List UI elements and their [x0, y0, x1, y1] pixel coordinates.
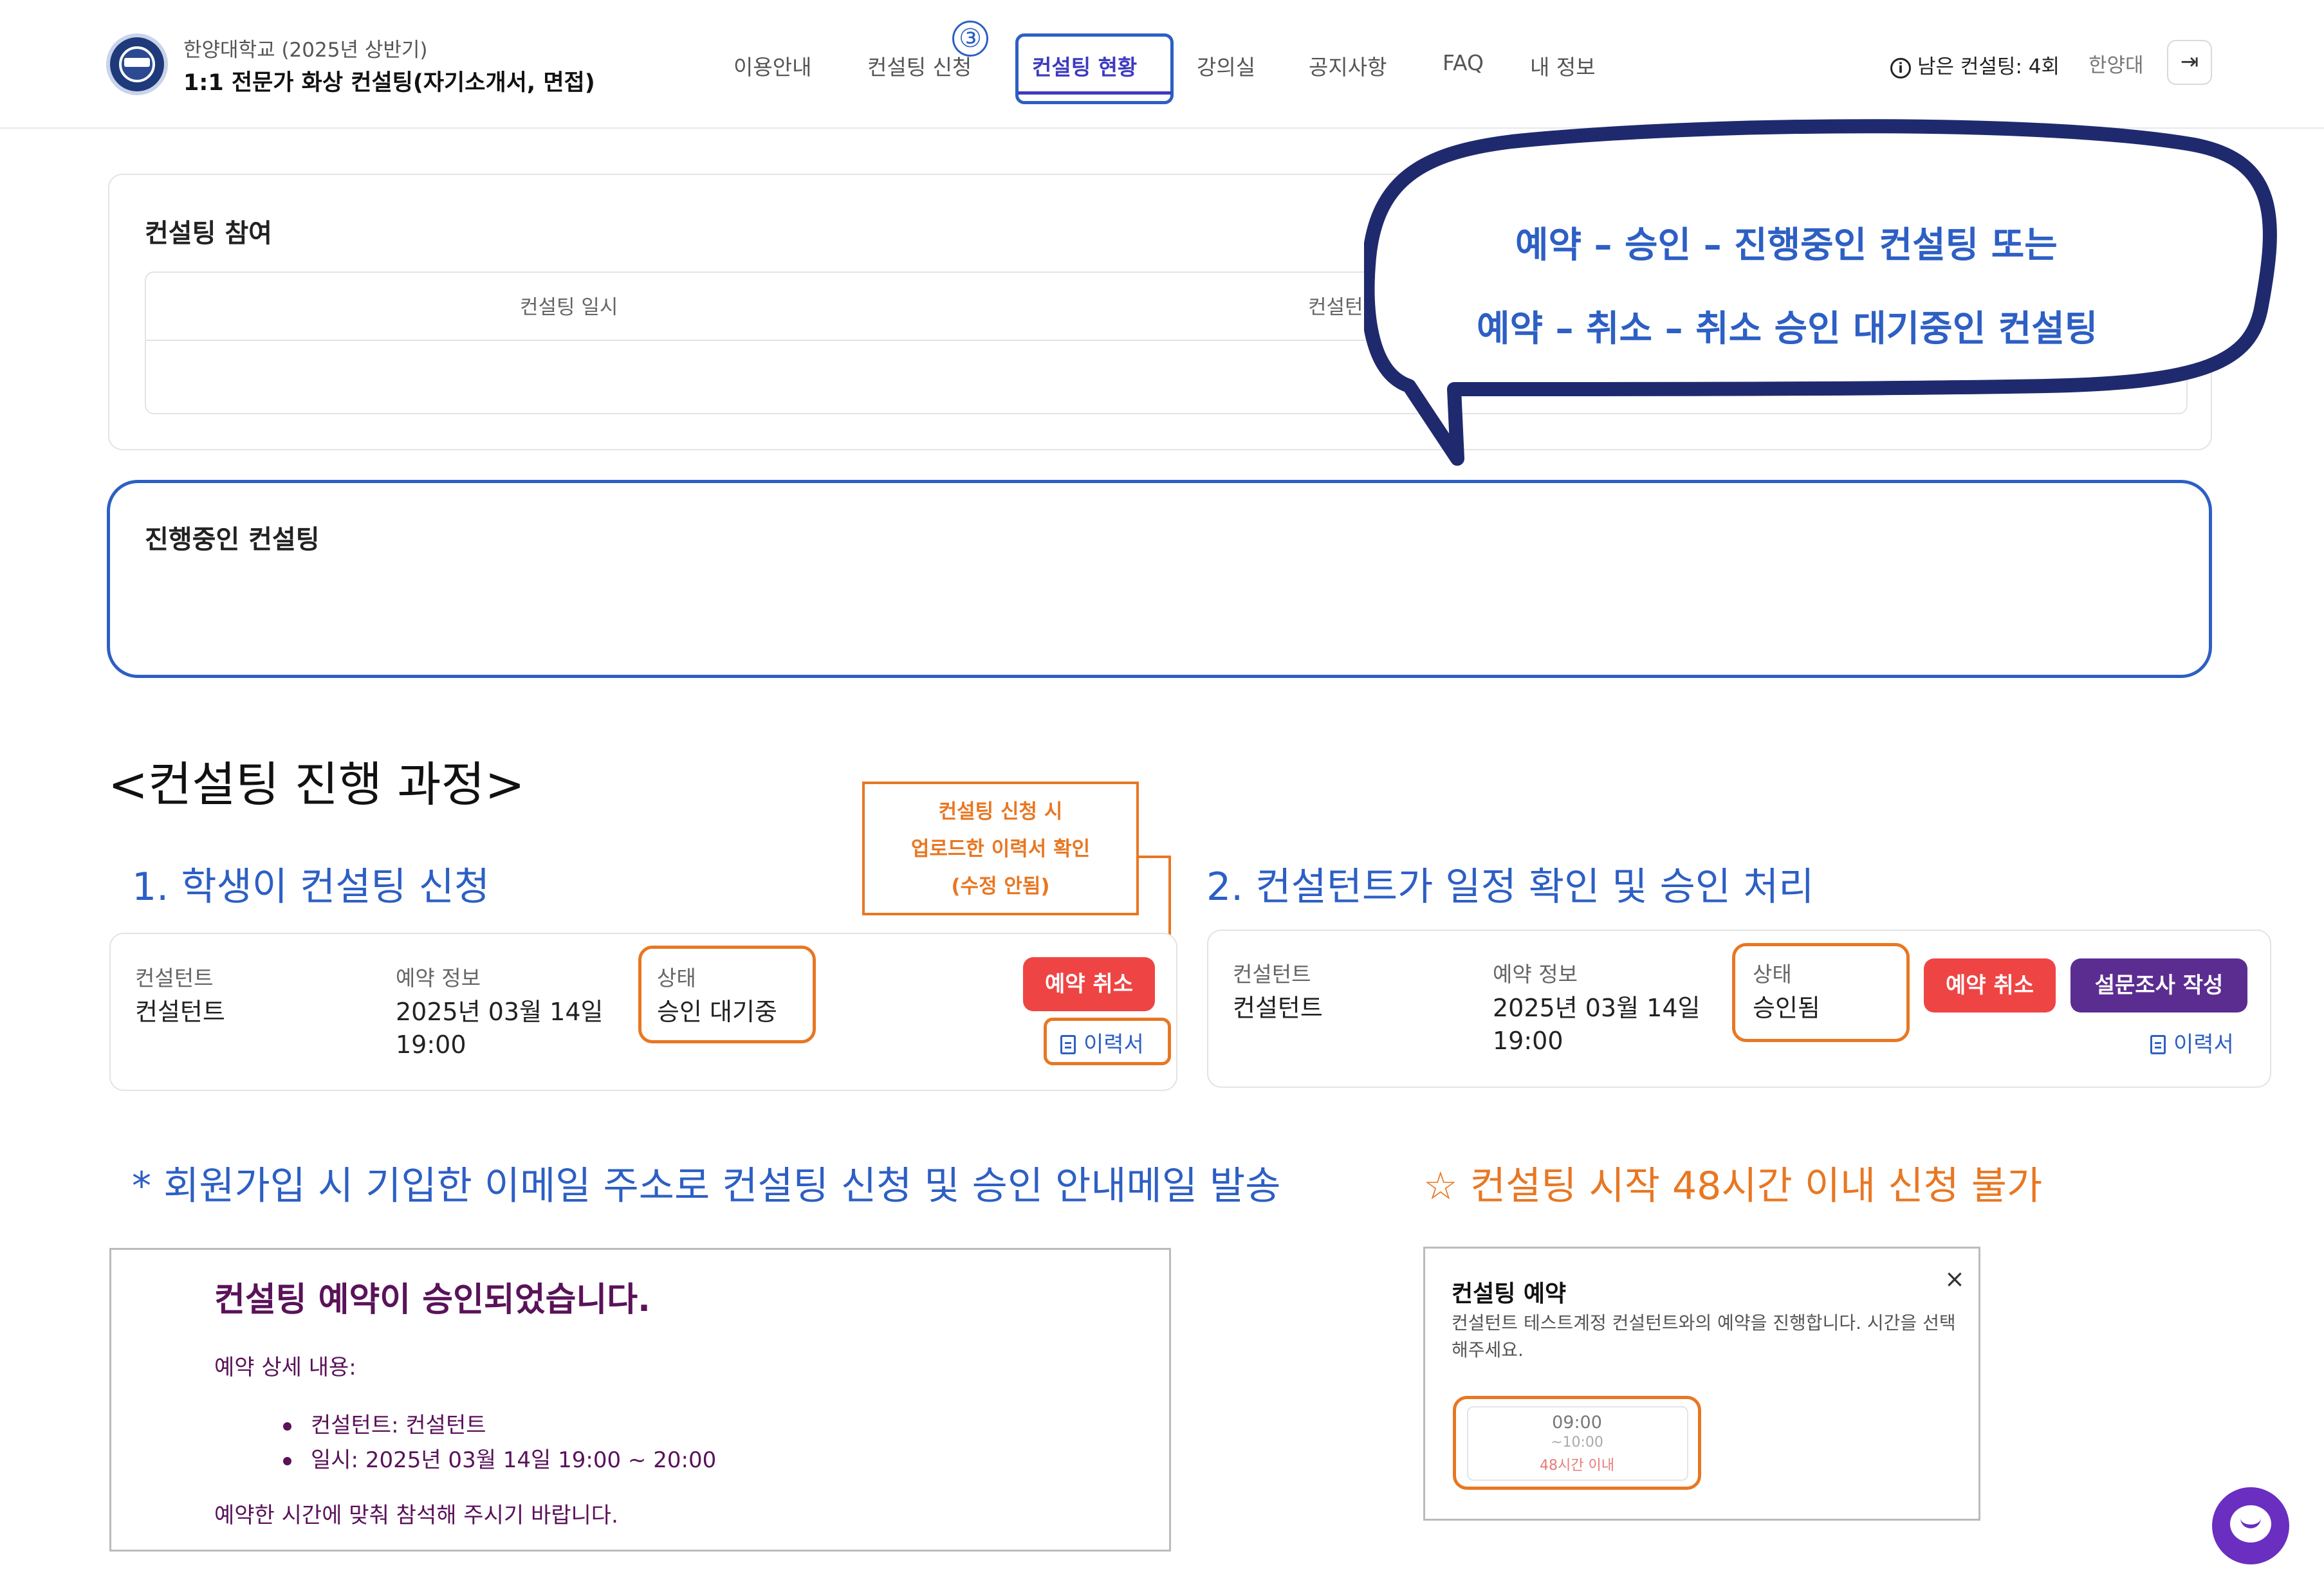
email-footer: 예약한 시간에 맞춰 참석해 주시기 바랍니다. [214, 1503, 618, 1528]
restriction-note: ☆ 컨설팅 시작 48시간 이내 신청 불가 [1423, 1164, 2043, 1209]
modal-title: 컨설팅 예약 [1452, 1281, 1567, 1307]
speech-bubble [1364, 119, 2277, 466]
write-survey-button[interactable]: 설문조사 작성 [2070, 958, 2247, 1012]
nav-apply[interactable]: 컨설팅 신청 [867, 50, 972, 81]
status-label: 상태 [1753, 962, 1792, 987]
column-header-datetime: 컨설팅 일시 [520, 296, 618, 319]
nav-classroom[interactable]: 강의실 [1197, 50, 1255, 81]
status-value: 승인 대기중 [657, 998, 777, 1026]
reservation-info-label: 예약 정보 [1493, 962, 1578, 987]
consultant-value: 컨설턴트 [1233, 994, 1323, 1022]
university-label: 한양대학교 (2025년 상반기) [183, 39, 428, 62]
resume-link[interactable]: 이력서 [2150, 1027, 2234, 1058]
time-slot-warning: 48시간 이내 [1540, 1458, 1614, 1474]
cancel-reservation-button[interactable]: 예약 취소 [1924, 958, 2056, 1012]
email-list-item: 컨설턴트: 컨설턴트 [283, 1407, 486, 1439]
ongoing-panel-highlight [107, 480, 2212, 678]
participation-title: 컨설팅 참여 [145, 219, 272, 248]
time-slot-start: 09:00 [1552, 1413, 1602, 1433]
university-logo[interactable] [106, 33, 168, 95]
status-label: 상태 [657, 966, 696, 991]
nav-active-underline [1018, 91, 1171, 95]
nav-guide[interactable]: 이용안내 [733, 50, 811, 81]
step-number-badge: ③ [952, 21, 988, 57]
reservation-date: 2025년 03월 14일 [396, 998, 604, 1026]
step2-label: 2. 컨설턴트가 일정 확인 및 승인 처리 [1206, 865, 1814, 910]
time-slot-end: ~10:00 [1551, 1434, 1603, 1451]
email-title: 컨설팅 예약이 승인되었습니다. [214, 1281, 650, 1319]
reservation-date: 2025년 03월 14일 [1493, 994, 1701, 1022]
consultant-label: 컨설턴트 [1233, 962, 1311, 987]
step1-label: 1. 학생이 컨설팅 신청 [132, 865, 490, 910]
callout-line1: 컨설팅 신청 시 [938, 800, 1063, 823]
nav-my-info[interactable]: 내 정보 [1530, 50, 1596, 81]
column-header-consultant: 컨설턴 [1308, 296, 1363, 319]
process-title: <컨설팅 진행 과정> [108, 757, 525, 812]
bubble-text-line1: 예약 – 승인 – 진행중인 컨설팅 또는 [1515, 224, 2058, 266]
status-value: 승인됨 [1753, 994, 1820, 1022]
bubble-text-line2: 예약 – 취소 – 취소 승인 대기중인 컨설팅 [1477, 308, 2098, 350]
resume-link-label: 이력서 [1084, 1032, 1144, 1058]
reservation-info-label: 예약 정보 [396, 966, 481, 991]
document-icon [2150, 1035, 2166, 1054]
close-icon[interactable]: × [1944, 1265, 1965, 1293]
email-list-item: 일시: 2025년 03월 14일 19:00 ~ 20:00 [283, 1442, 716, 1474]
email-item-text: 컨설턴트: 컨설턴트 [311, 1413, 486, 1438]
cancel-reservation-button[interactable]: 예약 취소 [1023, 957, 1155, 1011]
callout-line3: (수정 안됨) [951, 875, 1050, 898]
course-title: 1:1 전문가 화상 컨설팅(자기소개서, 면접) [183, 70, 595, 96]
modal-description: 컨설턴트 테스트계정 컨설턴트와의 예약을 진행합니다. 시간을 선택해주세요. [1452, 1312, 1956, 1360]
email-subtitle: 예약 상세 내용: [214, 1355, 356, 1380]
nav-faq[interactable]: FAQ [1443, 50, 1484, 75]
document-icon [1060, 1035, 1076, 1054]
remaining-label: 남은 컨설팅: 4회 [1917, 55, 2060, 78]
nav-notice[interactable]: 공지사항 [1309, 50, 1387, 81]
email-item-text: 일시: 2025년 03월 14일 19:00 ~ 20:00 [311, 1447, 717, 1473]
chat-icon[interactable] [2212, 1487, 2289, 1564]
consultant-label: 컨설턴트 [135, 966, 214, 991]
remaining-consultations: i 남은 컨설팅: 4회 [1890, 50, 2060, 79]
email-notice-note: * 회원가입 시 기입한 이메일 주소로 컨설팅 신청 및 승인 안내메일 발송 [132, 1164, 1281, 1209]
user-name: 한양대 [2089, 54, 2144, 77]
reservation-time: 19:00 [1493, 1027, 1563, 1055]
consultant-value: 컨설턴트 [135, 998, 225, 1026]
callout-line2: 업로드한 이력서 확인 [910, 838, 1091, 861]
ongoing-title: 진행중인 컨설팅 [145, 525, 320, 554]
nav-status[interactable]: 컨설팅 현황 [1032, 50, 1137, 81]
resume-link-label: 이력서 [2173, 1032, 2234, 1058]
resume-link[interactable]: 이력서 [1060, 1027, 1144, 1058]
logout-icon[interactable]: ⇥ [2167, 40, 2212, 85]
resume-callout: 컨설팅 신청 시 업로드한 이력서 확인 (수정 안됨) [862, 782, 1139, 915]
reservation-time: 19:00 [396, 1031, 466, 1059]
info-icon: i [1890, 57, 1911, 78]
